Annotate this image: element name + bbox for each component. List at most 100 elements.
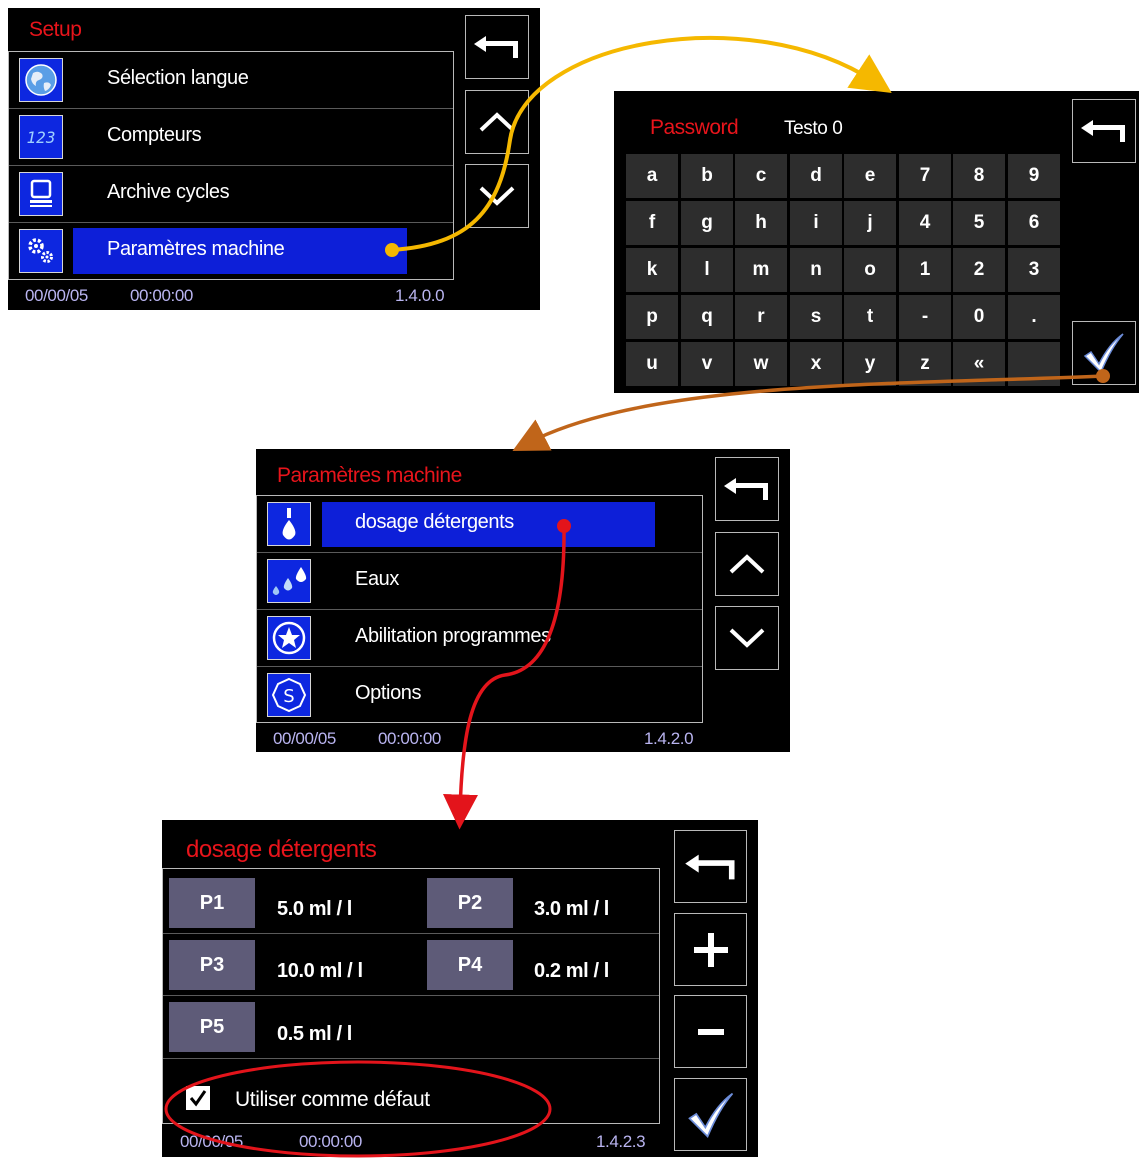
setup-item-archive[interactable]: Archive cycles bbox=[9, 166, 453, 223]
status-version: 1.4.0.0 bbox=[395, 286, 445, 305]
checkmark-icon bbox=[189, 1090, 207, 1107]
password-input[interactable]: Testo 0 bbox=[784, 118, 843, 140]
key-button[interactable]: u bbox=[626, 342, 678, 386]
key-button[interactable]: f bbox=[626, 201, 678, 245]
key-button[interactable]: 0 bbox=[953, 295, 1005, 339]
key-button[interactable]: h bbox=[735, 201, 787, 245]
default-checkbox[interactable] bbox=[186, 1086, 210, 1110]
back-button[interactable] bbox=[674, 830, 747, 903]
key-button[interactable]: a bbox=[626, 154, 678, 198]
setup-item-label: Paramètres machine bbox=[107, 238, 285, 260]
options-s-icon: S bbox=[267, 673, 311, 717]
key-button[interactable]: - bbox=[899, 295, 951, 339]
confirm-button[interactable] bbox=[674, 1078, 747, 1151]
key-button[interactable]: 7 bbox=[899, 154, 951, 198]
scroll-down-button[interactable] bbox=[715, 606, 779, 670]
status-time: 00:00:00 bbox=[378, 729, 441, 748]
status-time: 00:00:00 bbox=[299, 1132, 362, 1151]
key-button[interactable]: k bbox=[626, 248, 678, 292]
setup-item-parametres[interactable]: Paramètres machine bbox=[9, 223, 453, 280]
drop-dispenser-icon bbox=[267, 502, 311, 546]
key-button[interactable]: 1 bbox=[899, 248, 951, 292]
increment-button[interactable] bbox=[674, 913, 747, 986]
key-button[interactable]: j bbox=[844, 201, 896, 245]
key-button[interactable]: 3 bbox=[1008, 248, 1060, 292]
counter-icon-text: 123 bbox=[26, 127, 56, 147]
pump-p3-button[interactable]: P3 bbox=[169, 940, 255, 990]
back-button[interactable] bbox=[1072, 99, 1136, 163]
pump-p2-button[interactable]: P2 bbox=[427, 878, 513, 928]
back-button[interactable] bbox=[715, 457, 779, 521]
confirm-button[interactable] bbox=[1072, 321, 1136, 385]
key-button[interactable]: r bbox=[735, 295, 787, 339]
key-button[interactable]: t bbox=[844, 295, 896, 339]
counter-123-icon: 123 bbox=[19, 115, 63, 159]
param-item-label: Options bbox=[355, 682, 422, 704]
dosage-title: dosage détergents bbox=[186, 836, 377, 863]
decrement-button[interactable] bbox=[674, 995, 747, 1068]
default-row: Utiliser comme défaut bbox=[163, 1059, 659, 1123]
setup-item-langue[interactable]: Sélection langue bbox=[9, 52, 453, 109]
chevron-up-icon bbox=[729, 554, 765, 574]
pump-p4-value: 0.2 ml / l bbox=[534, 960, 609, 982]
key-button[interactable]: 5 bbox=[953, 201, 1005, 245]
param-item-label: Abilitation programmes bbox=[355, 625, 551, 647]
key-button[interactable]: d bbox=[790, 154, 842, 198]
scroll-up-button[interactable] bbox=[465, 90, 529, 154]
pump-p5-button[interactable]: P5 bbox=[169, 1002, 255, 1052]
key-button[interactable]: « bbox=[953, 342, 1005, 386]
key-button[interactable]: g bbox=[681, 201, 733, 245]
pump-row: P5 0.5 ml / l bbox=[163, 996, 659, 1059]
key-button[interactable]: 9 bbox=[1008, 154, 1060, 198]
key-button[interactable]: c bbox=[735, 154, 787, 198]
pump-p1-value: 5.0 ml / l bbox=[277, 898, 352, 920]
param-item-abilitation[interactable]: Abilitation programmes bbox=[257, 610, 702, 667]
key-button[interactable]: 6 bbox=[1008, 201, 1060, 245]
scroll-up-button[interactable] bbox=[715, 532, 779, 596]
param-item-eaux[interactable]: Eaux bbox=[257, 553, 702, 610]
key-button[interactable]: n bbox=[790, 248, 842, 292]
chevron-down-icon bbox=[729, 628, 765, 648]
key-button[interactable]: 8 bbox=[953, 154, 1005, 198]
key-button[interactable]: v bbox=[681, 342, 733, 386]
param-item-options[interactable]: S Options bbox=[257, 667, 702, 724]
dosage-screen: dosage détergents P1 5.0 ml / l P2 3.0 m… bbox=[162, 820, 758, 1157]
water-drops-icon bbox=[267, 559, 311, 603]
status-version: 1.4.2.0 bbox=[644, 729, 694, 748]
pump-p3-value: 10.0 ml / l bbox=[277, 960, 363, 982]
scroll-down-button[interactable] bbox=[465, 164, 529, 228]
setup-screen: Setup Sélection langue 123 Compteurs Arc… bbox=[8, 8, 540, 310]
status-date: 00/00/05 bbox=[180, 1132, 243, 1151]
pump-p4-button[interactable]: P4 bbox=[427, 940, 513, 990]
machine-params-screen: Paramètres machine dosage détergents Eau… bbox=[256, 449, 790, 752]
key-button[interactable]: b bbox=[681, 154, 733, 198]
setup-item-compteurs[interactable]: 123 Compteurs bbox=[9, 109, 453, 166]
key-button[interactable]: y bbox=[844, 342, 896, 386]
pump-p1-button[interactable]: P1 bbox=[169, 878, 255, 928]
key-button[interactable]: i bbox=[790, 201, 842, 245]
plus-icon bbox=[693, 932, 728, 967]
options-icon-text: S bbox=[283, 686, 294, 707]
key-button[interactable]: 4 bbox=[899, 201, 951, 245]
param-item-dosage[interactable]: dosage détergents bbox=[257, 496, 702, 553]
key-button[interactable]: q bbox=[681, 295, 733, 339]
key-button[interactable]: w bbox=[735, 342, 787, 386]
key-button[interactable]: m bbox=[735, 248, 787, 292]
key-button[interactable]: e bbox=[844, 154, 896, 198]
setup-title: Setup bbox=[29, 18, 82, 41]
key-button[interactable]: o bbox=[844, 248, 896, 292]
key-button[interactable]: 2 bbox=[953, 248, 1005, 292]
key-button[interactable]: . bbox=[1008, 295, 1060, 339]
status-date: 00/00/05 bbox=[273, 729, 336, 748]
key-button[interactable]: s bbox=[790, 295, 842, 339]
param-item-label: Eaux bbox=[355, 568, 399, 590]
back-button[interactable] bbox=[465, 15, 529, 79]
key-button[interactable]: x bbox=[790, 342, 842, 386]
key-button[interactable] bbox=[1008, 342, 1060, 386]
key-button[interactable]: l bbox=[681, 248, 733, 292]
key-button[interactable]: z bbox=[899, 342, 951, 386]
machine-params-list: dosage détergents Eaux Abilitation progr… bbox=[256, 495, 703, 723]
key-button[interactable]: p bbox=[626, 295, 678, 339]
status-time: 00:00:00 bbox=[130, 286, 193, 305]
chevron-down-icon bbox=[479, 186, 515, 206]
